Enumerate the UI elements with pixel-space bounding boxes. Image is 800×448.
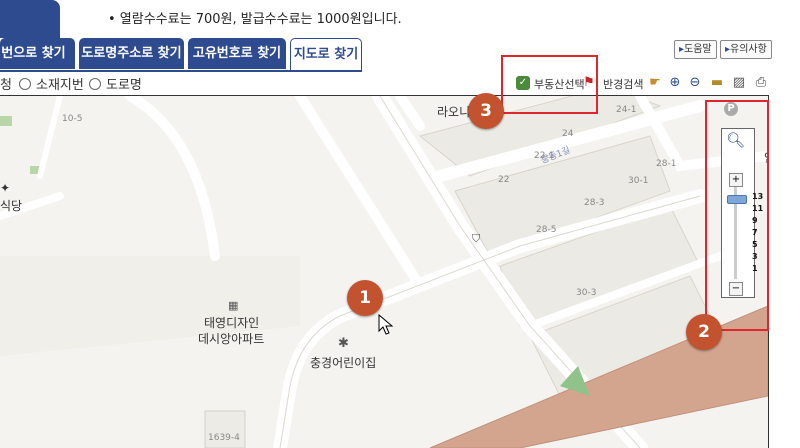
lot-number: 10-5 [62, 114, 83, 124]
radio-lot-number[interactable]: 소재지번 [19, 74, 84, 93]
kindergarten-icon: ✱ [338, 336, 349, 351]
lot-number: 22 [498, 175, 510, 185]
mouse-cursor-icon [378, 314, 394, 335]
area-icon[interactable]: ▨ [730, 74, 748, 92]
lot-number: 1639-4 [208, 433, 240, 443]
radius-search-button[interactable]: 반경검색 [603, 76, 643, 92]
lot-number: 24-1 [616, 105, 637, 115]
radio-circle-icon [89, 78, 101, 90]
distance-icon[interactable]: ▬ [708, 74, 726, 92]
apartment-icon: ▦ [228, 299, 239, 312]
map-canvas [0, 96, 768, 448]
fee-notice: • 열람수수료는 700원, 발급수수료는 1000원입니다. [108, 12, 402, 27]
header-tab-decoration [0, 0, 60, 38]
hand-pan-icon[interactable]: ☛ [646, 74, 664, 92]
radio-road-name[interactable]: 도로명 [89, 74, 142, 93]
building-label: 식당 [0, 199, 23, 213]
highlight-box-zoom [705, 100, 769, 331]
tab-road-address[interactable]: 도로명주소로 찾기 [79, 38, 184, 69]
radio-circle-icon [19, 78, 31, 90]
callout-marker-2: 2 [686, 314, 722, 350]
lot-number: 22-1 [534, 151, 555, 161]
building-label: 라오니 [437, 105, 471, 119]
callout-marker-1: 1 [347, 280, 383, 316]
highlight-box-toolbar [501, 55, 598, 114]
tab-map-search[interactable]: 지도로 찾기 [290, 38, 362, 71]
callout-marker-3: 3 [468, 93, 504, 129]
lot-number: 28-1 [656, 159, 677, 169]
building-label: 태영디자인 [204, 316, 260, 330]
building-label: 데시앙아파트 [198, 332, 265, 346]
tab-unique-number[interactable]: 고유번호로 찾기 [188, 38, 286, 69]
radio-label-partial: 청 [0, 78, 12, 93]
lot-number: 30-3 [576, 288, 597, 298]
tab-underline [0, 70, 362, 72]
tab-lot-number[interactable]: 지번으로 찾기 [0, 38, 75, 69]
restaurant-icon: ✦ [0, 181, 11, 195]
building-label: 충경어린이집 [310, 356, 377, 370]
zoom-out-icon[interactable]: ⊖ [686, 74, 704, 92]
lot-number: 28-3 [584, 198, 605, 208]
bookmark-icon: ⛉ [472, 232, 481, 245]
lot-number: 24 [562, 129, 574, 139]
lot-number: 30-1 [628, 176, 649, 186]
help-button[interactable]: ▸도움말 [674, 40, 717, 59]
notice-button[interactable]: ▸유의사항 [720, 40, 772, 59]
map-area[interactable]: 라오니 태영디자인 데시앙아파트 충경어린이집 식당 ▦ ✱ ✦ ⛉ 중동1길 … [0, 95, 769, 448]
print-icon[interactable]: ⎙ [752, 74, 770, 92]
zoom-in-icon[interactable]: ⊕ [666, 74, 684, 92]
lot-number: 28-5 [536, 225, 557, 235]
